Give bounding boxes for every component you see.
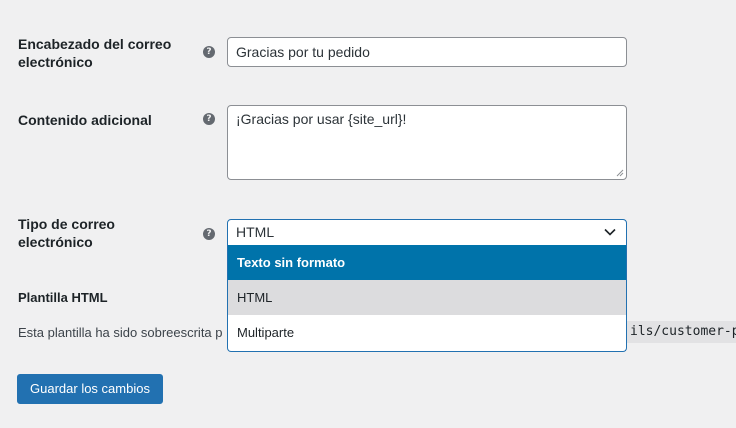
email-heading-label: Encabezado del correo electrónico <box>18 36 172 70</box>
template-path-code: ils/customer-p <box>627 321 736 343</box>
email-type-selected-value: HTML <box>236 224 275 240</box>
save-changes-button[interactable]: Guardar los cambios <box>17 374 163 404</box>
html-template-label: Plantilla HTML <box>18 290 108 305</box>
option-plain-text[interactable]: Texto sin formato <box>228 245 626 280</box>
email-type-label: Tipo de correo electrónico <box>18 216 115 250</box>
email-type-dropdown: Texto sin formato HTML Multiparte <box>227 245 627 352</box>
question-circle-icon[interactable]: ? <box>203 46 215 58</box>
chevron-down-icon <box>604 228 616 236</box>
resize-grip-icon[interactable] <box>616 169 624 177</box>
option-html[interactable]: HTML <box>228 280 626 315</box>
additional-content-label: Contenido adicional <box>18 112 152 128</box>
question-circle-icon[interactable]: ? <box>203 228 215 240</box>
email-heading-input[interactable]: Gracias por tu pedido <box>227 37 627 67</box>
additional-content-value: ¡Gracias por usar {site_url}! <box>236 111 407 127</box>
additional-content-textarea[interactable]: ¡Gracias por usar {site_url}! <box>227 105 627 180</box>
question-circle-icon[interactable]: ? <box>203 113 215 125</box>
html-template-description: Esta plantilla ha sido sobreescrita p <box>18 325 223 340</box>
email-type-select[interactable]: HTML <box>227 219 627 246</box>
option-multipart[interactable]: Multiparte <box>228 315 626 350</box>
